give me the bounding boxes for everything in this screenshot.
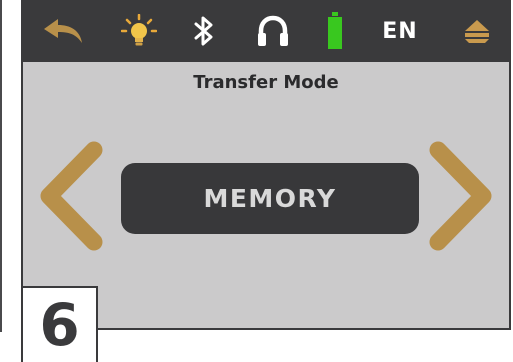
back-button[interactable] xyxy=(41,0,85,62)
status-bar: EN xyxy=(23,0,509,62)
chevron-right-icon xyxy=(429,141,492,251)
language-button[interactable]: EN xyxy=(375,0,425,62)
mode-selector[interactable]: MEMORY xyxy=(121,163,419,234)
next-mode-button[interactable] xyxy=(426,140,496,252)
headphones-icon xyxy=(258,15,288,46)
left-border xyxy=(0,0,2,332)
brightness-button[interactable] xyxy=(119,0,159,62)
lightbulb-icon xyxy=(121,14,157,46)
screen-title: Transfer Mode xyxy=(193,72,339,93)
mode-value: MEMORY xyxy=(203,184,337,213)
step-number: 6 xyxy=(39,291,80,359)
bluetooth-icon xyxy=(194,16,213,46)
battery-icon xyxy=(328,12,342,49)
bluetooth-button[interactable] xyxy=(189,0,219,62)
prev-mode-button[interactable] xyxy=(36,140,106,252)
step-number-badge: 6 xyxy=(21,286,98,362)
back-arrow-icon xyxy=(44,19,82,43)
headphones-button[interactable] xyxy=(253,0,293,62)
chevron-left-icon xyxy=(40,141,103,251)
language-label: EN xyxy=(382,18,418,44)
device-screen: EN Transfer Mode MEMORY xyxy=(21,0,511,330)
battery-indicator xyxy=(323,0,347,62)
menu-eject-icon xyxy=(465,20,489,43)
menu-button[interactable] xyxy=(457,0,497,62)
